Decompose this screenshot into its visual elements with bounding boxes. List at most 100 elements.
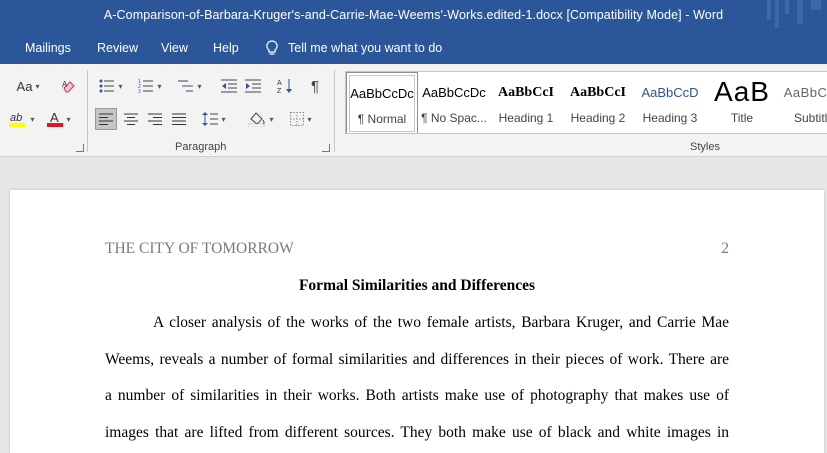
- style-name: ¶ Normal: [357, 112, 407, 126]
- body-text-line: Weems, reveals a number of formal simila…: [105, 351, 729, 368]
- svg-text:ab: ab: [10, 112, 22, 124]
- title-bar: A-Comparison-of-Barbara-Kruger's-and-Car…: [0, 0, 827, 33]
- borders-icon: [290, 112, 305, 126]
- chevron-down-icon: ▾: [269, 114, 274, 124]
- style-subtitle[interactable]: AaBbCcD Subtitle: [778, 72, 827, 133]
- window-title: A-Comparison-of-Barbara-Kruger's-and-Car…: [103, 8, 724, 22]
- numbering-button[interactable]: 1 2 3 ▾: [134, 76, 166, 96]
- style-name: Subtitle: [793, 111, 827, 125]
- style-heading-3[interactable]: AaBbCcD Heading 3: [634, 72, 706, 133]
- body-text-line: A closer analysis of the works of the tw…: [153, 314, 729, 331]
- font-color-button[interactable]: A ▾: [42, 108, 76, 130]
- svg-text:A: A: [50, 110, 59, 125]
- change-case-button[interactable]: Aa ▾: [10, 76, 46, 96]
- ribbon-tabs: Mailings Review View Help Tell me what y…: [0, 33, 827, 64]
- style-sample: AaBbCcI: [569, 85, 626, 100]
- clear-formatting-button[interactable]: A: [58, 76, 80, 96]
- align-right-button[interactable]: [144, 108, 166, 130]
- paragraph-group-label: Paragraph: [175, 141, 227, 153]
- chevron-down-icon: ▾: [221, 114, 226, 124]
- chevron-down-icon: ▾: [66, 114, 71, 124]
- body-text-line: images that are lifted from different so…: [105, 424, 729, 441]
- window-decoration-icon: [767, 0, 821, 28]
- tell-me-text: Tell me what you want to do: [288, 41, 443, 55]
- align-left-icon: [99, 113, 113, 125]
- style-name: ¶ No Spac...: [421, 111, 487, 125]
- document-area: THE CITY OF TOMORROW 2 Formal Similariti…: [0, 157, 827, 453]
- style-sample: AaBbCcD: [641, 85, 699, 100]
- highlight-color-button[interactable]: ab ▾: [6, 108, 38, 130]
- pilcrow-icon: ¶: [310, 77, 320, 95]
- svg-text:Z: Z: [277, 88, 282, 94]
- align-left-button[interactable]: [95, 108, 117, 130]
- style-no-spacing[interactable]: AaBbCcDc ¶ No Spac...: [418, 72, 490, 133]
- chevron-down-icon: ▾: [157, 81, 162, 91]
- style-sample: AaBbCcDc: [350, 86, 414, 101]
- change-case-label: Aa: [16, 78, 33, 94]
- highlighter-icon: ab: [9, 112, 26, 127]
- tab-review[interactable]: Review: [97, 41, 138, 55]
- align-right-icon: [148, 113, 162, 125]
- page-number: 2: [721, 240, 729, 257]
- lightbulb-icon: [266, 40, 278, 55]
- shading-button[interactable]: ▾: [243, 108, 279, 130]
- svg-text:A: A: [277, 80, 282, 87]
- increase-indent-icon: [245, 79, 261, 93]
- justify-button[interactable]: [168, 108, 190, 130]
- chevron-down-icon: ▾: [307, 114, 312, 124]
- tab-view[interactable]: View: [161, 41, 188, 55]
- justify-icon: [172, 113, 186, 125]
- style-sample: AaB: [714, 76, 770, 107]
- style-sample: AaBbCcDc: [422, 85, 486, 100]
- increase-indent-button[interactable]: [242, 76, 264, 96]
- paragraph-dialog-launcher[interactable]: [322, 144, 330, 152]
- style-name: Heading 1: [498, 111, 554, 125]
- borders-button[interactable]: ▾: [284, 108, 318, 130]
- decrease-indent-icon: [221, 79, 237, 93]
- section-heading: Formal Similarities and Differences: [298, 277, 536, 294]
- sort-button[interactable]: A Z: [274, 76, 296, 96]
- style-name: Heading 3: [642, 111, 698, 125]
- paint-bucket-icon: [248, 112, 266, 127]
- styles-gallery: AaBbCcDc ¶ Normal AaBbCcDc ¶ No Spac... …: [345, 71, 827, 134]
- style-title[interactable]: AaB Title: [706, 72, 778, 133]
- decrease-indent-button[interactable]: [218, 76, 240, 96]
- style-heading-2[interactable]: AaBbCcI Heading 2: [562, 72, 634, 133]
- chevron-down-icon: ▾: [197, 81, 202, 91]
- eraser-icon: A: [62, 80, 75, 93]
- chevron-down-icon: ▾: [118, 81, 123, 91]
- numbered-list-icon: 1 2 3: [138, 79, 154, 93]
- divider: [334, 70, 335, 152]
- font-color-icon: A: [47, 110, 64, 127]
- bullets-button[interactable]: ▾: [95, 76, 127, 96]
- line-spacing-button[interactable]: ▾: [198, 108, 230, 130]
- style-heading-1[interactable]: AaBbCcI Heading 1: [490, 72, 562, 133]
- style-sample: AaBbCcD: [783, 85, 827, 100]
- show-formatting-button[interactable]: ¶: [304, 76, 326, 96]
- align-center-button[interactable]: [120, 108, 142, 130]
- style-name: Heading 2: [570, 111, 626, 125]
- sort-az-icon: A Z: [277, 79, 292, 94]
- multilevel-list-button[interactable]: ▾: [174, 76, 206, 96]
- line-spacing-icon: [202, 112, 219, 126]
- style-normal[interactable]: AaBbCcDc ¶ Normal: [346, 72, 418, 133]
- divider: [87, 70, 88, 152]
- chevron-down-icon: ▾: [35, 81, 40, 91]
- svg-text:A: A: [62, 80, 68, 89]
- styles-group-label: Styles: [690, 141, 720, 153]
- style-sample: AaBbCcI: [497, 85, 554, 100]
- bullet-list-icon: [99, 79, 115, 93]
- chevron-down-icon: ▾: [30, 114, 35, 124]
- tell-me-search[interactable]: Tell me what you want to do: [266, 40, 442, 56]
- style-name: Title: [730, 111, 754, 125]
- body-text-line: a number of similarities in their works.…: [105, 387, 729, 404]
- multilevel-list-icon: [178, 80, 194, 92]
- running-header: THE CITY OF TOMORROW: [105, 240, 294, 257]
- font-dialog-launcher[interactable]: [76, 144, 84, 152]
- align-center-icon: [124, 113, 138, 125]
- document-page[interactable]: THE CITY OF TOMORROW 2 Formal Similariti…: [10, 190, 824, 453]
- tab-mailings[interactable]: Mailings: [25, 41, 71, 55]
- svg-text:3: 3: [138, 89, 141, 93]
- ribbon-home: Aa ▾ A ab ▾ A ▾ ▾ 1 2 3 ▾ ▾ A Z ¶ ▾ ▾ ▾ …: [0, 64, 827, 157]
- tab-help[interactable]: Help: [213, 41, 239, 55]
